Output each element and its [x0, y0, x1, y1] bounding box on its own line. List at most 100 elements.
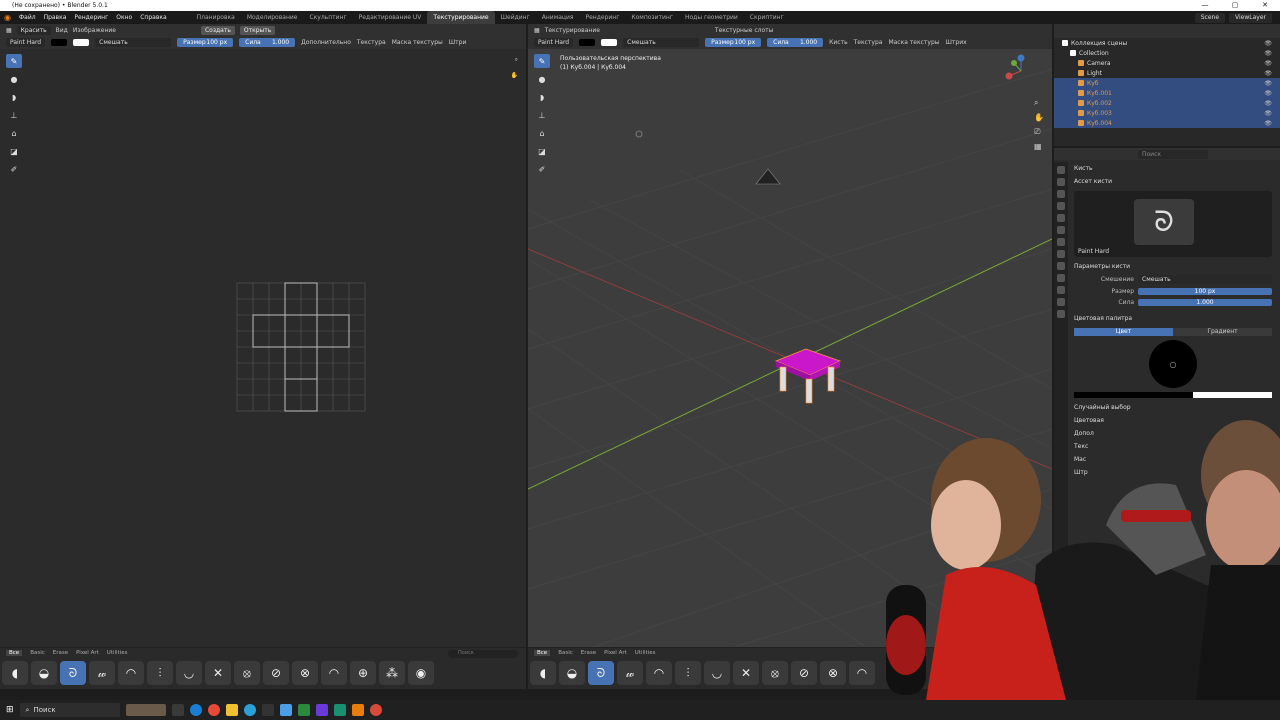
brush-thumbnail-icon[interactable]: ◡ — [704, 661, 730, 685]
workspace-tab[interactable]: Редактирование UV — [353, 11, 428, 24]
close-button[interactable]: ✕ — [1250, 0, 1280, 11]
stroke-menu[interactable]: Штри — [449, 39, 467, 46]
object-tab-icon[interactable] — [1057, 238, 1065, 246]
view-menu[interactable]: Вид — [56, 27, 68, 34]
visibility-eye-icon[interactable]: 👁 — [1264, 40, 1272, 47]
workspace-tab[interactable]: Моделирование — [241, 11, 304, 24]
taskbar-search[interactable]: ⌕ Поиск — [19, 703, 120, 717]
primary-color-swatch[interactable] — [51, 39, 68, 46]
texture-menu[interactable]: Текстура — [357, 39, 386, 46]
texture-menu[interactable]: Текстура — [854, 39, 883, 46]
size-slider[interactable]: 100 px — [1138, 288, 1272, 295]
brush-thumbnail-icon[interactable]: ⊗ — [820, 661, 846, 685]
viewlayer-selector[interactable]: ViewLayer — [1229, 12, 1272, 23]
brush-thumbnail-icon[interactable]: ◒ — [559, 661, 585, 685]
grid-view-icon[interactable]: ▦ — [1034, 142, 1044, 151]
visibility-eye-icon[interactable]: 👁 — [1264, 110, 1272, 117]
zoom-icon[interactable]: ⌕ — [515, 56, 518, 64]
blender-taskbar-icon[interactable] — [351, 704, 364, 716]
shelf-tab[interactable]: Все — [534, 650, 551, 656]
annotate-tool-icon[interactable]: ✐ — [6, 162, 22, 176]
app4-icon[interactable] — [333, 704, 346, 716]
table-mesh[interactable] — [774, 348, 842, 404]
hand-icon[interactable]: ✋ — [511, 72, 518, 79]
telegram-icon[interactable] — [243, 704, 256, 716]
brush-selector[interactable]: Paint Hard — [6, 38, 46, 47]
blender-logo-icon[interactable]: ◉ — [4, 13, 11, 22]
tool-tab-icon[interactable] — [1057, 166, 1065, 174]
gradient-tab[interactable]: Градиент — [1173, 328, 1272, 336]
brush-thumbnail-icon[interactable]: ⊘ — [791, 661, 817, 685]
brush-thumbnail-icon[interactable]: ✕ — [733, 661, 759, 685]
shelf-tab[interactable]: Erase — [581, 650, 596, 656]
brush-thumbnail-icon[interactable]: 𝓌 — [617, 661, 643, 685]
draw-tool-icon[interactable]: ✎ — [6, 54, 22, 68]
brush-thumbnail-icon[interactable]: ⦻ — [234, 661, 260, 685]
strength-slider[interactable]: 1.000 — [1138, 299, 1272, 306]
blend-dropdown[interactable]: Смешать — [95, 38, 172, 47]
brush-thumbnail-icon[interactable]: ◠ — [118, 661, 144, 685]
visibility-eye-icon[interactable]: 👁 — [1264, 100, 1272, 107]
scene-tab-icon[interactable] — [1057, 214, 1065, 222]
soften-tool-icon[interactable]: ● — [534, 72, 550, 86]
smear-tool-icon[interactable]: ◗ — [534, 90, 550, 104]
mask-tool-icon[interactable]: ◪ — [6, 144, 22, 158]
brush-thumbnail-icon[interactable]: ◖ — [530, 661, 556, 685]
brush-selector[interactable]: Paint Hard — [534, 38, 574, 47]
outliner-row[interactable]: Куб.001 👁 — [1054, 88, 1280, 98]
outliner-row[interactable]: Camera 👁 — [1054, 58, 1280, 68]
workspace-tab[interactable]: Композитинг — [625, 11, 679, 24]
visibility-eye-icon[interactable]: 👁 — [1264, 50, 1272, 57]
zoom-icon[interactable]: ⌕ — [1034, 98, 1044, 108]
random-section-header[interactable]: Случайный выбор — [1070, 401, 1276, 414]
outliner-row[interactable]: Light 👁 — [1054, 68, 1280, 78]
advanced-menu[interactable]: Дополнительно — [301, 39, 351, 46]
weather-widget-icon[interactable] — [125, 704, 166, 716]
visibility-eye-icon[interactable]: 👁 — [1264, 60, 1272, 67]
hand-icon[interactable]: ✋ — [1034, 113, 1044, 122]
stroke-menu[interactable]: Штрих — [946, 39, 967, 46]
menu-item[interactable]: Справка — [140, 14, 166, 21]
brush-thumbnail-icon[interactable]: ◡ — [176, 661, 202, 685]
outliner-row[interactable]: Куб 👁 — [1054, 78, 1280, 88]
mask-menu[interactable]: Маска текстуры — [392, 39, 443, 46]
workspace-tab[interactable]: Шейдинг — [495, 11, 536, 24]
physics-tab-icon[interactable] — [1057, 262, 1065, 270]
visibility-eye-icon[interactable]: 👁 — [1264, 70, 1272, 77]
image-editor[interactable]: ▦ Красить Вид Изображение Создать Открыт… — [0, 24, 526, 689]
menu-item[interactable]: Окно — [116, 14, 132, 21]
editor-type-icon[interactable]: ▦ — [6, 27, 12, 34]
menu-item[interactable]: Правка — [44, 14, 67, 21]
shelf-search-input[interactable]: Поиск — [448, 650, 518, 658]
brush-thumbnail-icon[interactable]: ᘐ — [1134, 199, 1194, 245]
strength-value[interactable]: 1.000 — [272, 38, 289, 47]
smear-tool-icon[interactable]: ◗ — [6, 90, 22, 104]
secondary-color-swatch[interactable] — [601, 39, 618, 46]
blend-dropdown[interactable]: Смешать — [623, 38, 700, 47]
visibility-eye-icon[interactable]: 👁 — [1264, 120, 1272, 127]
constraint-tab-icon[interactable] — [1057, 274, 1065, 282]
secondary-color-swatch[interactable] — [73, 39, 90, 46]
explorer-icon[interactable] — [225, 704, 238, 716]
strength-value[interactable]: 1.000 — [800, 38, 817, 47]
brush-thumbnail-icon[interactable]: ᘐ — [60, 661, 86, 685]
brush-thumbnail-icon[interactable]: ⊕ — [350, 661, 376, 685]
shelf-tab[interactable]: Pixel Art — [76, 650, 99, 656]
light-object[interactable] — [635, 130, 643, 138]
new-image-button[interactable]: Создать — [200, 25, 235, 35]
primary-color-swatch[interactable] — [579, 39, 596, 46]
properties-search-input[interactable]: Поиск — [1138, 149, 1208, 159]
brush-thumbnail-icon[interactable]: ⫶ — [147, 661, 173, 685]
size-value[interactable]: 100 px — [734, 38, 755, 47]
soften-tool-icon[interactable]: ● — [6, 72, 22, 86]
brush-thumbnail-icon[interactable]: ◖ — [2, 661, 28, 685]
texture-tab-icon[interactable] — [1057, 310, 1065, 318]
brush-thumbnail-icon[interactable]: 𝓌 — [89, 661, 115, 685]
shelf-tab[interactable]: Pixel Art — [604, 650, 627, 656]
minimize-button[interactable]: — — [1190, 0, 1220, 11]
app-icon[interactable] — [279, 704, 292, 716]
brush-thumbnail-icon[interactable]: ◠ — [321, 661, 347, 685]
brush-thumbnail-icon[interactable]: ◠ — [849, 661, 875, 685]
world-tab-icon[interactable] — [1057, 226, 1065, 234]
brush-thumbnail-icon[interactable]: ◠ — [646, 661, 672, 685]
